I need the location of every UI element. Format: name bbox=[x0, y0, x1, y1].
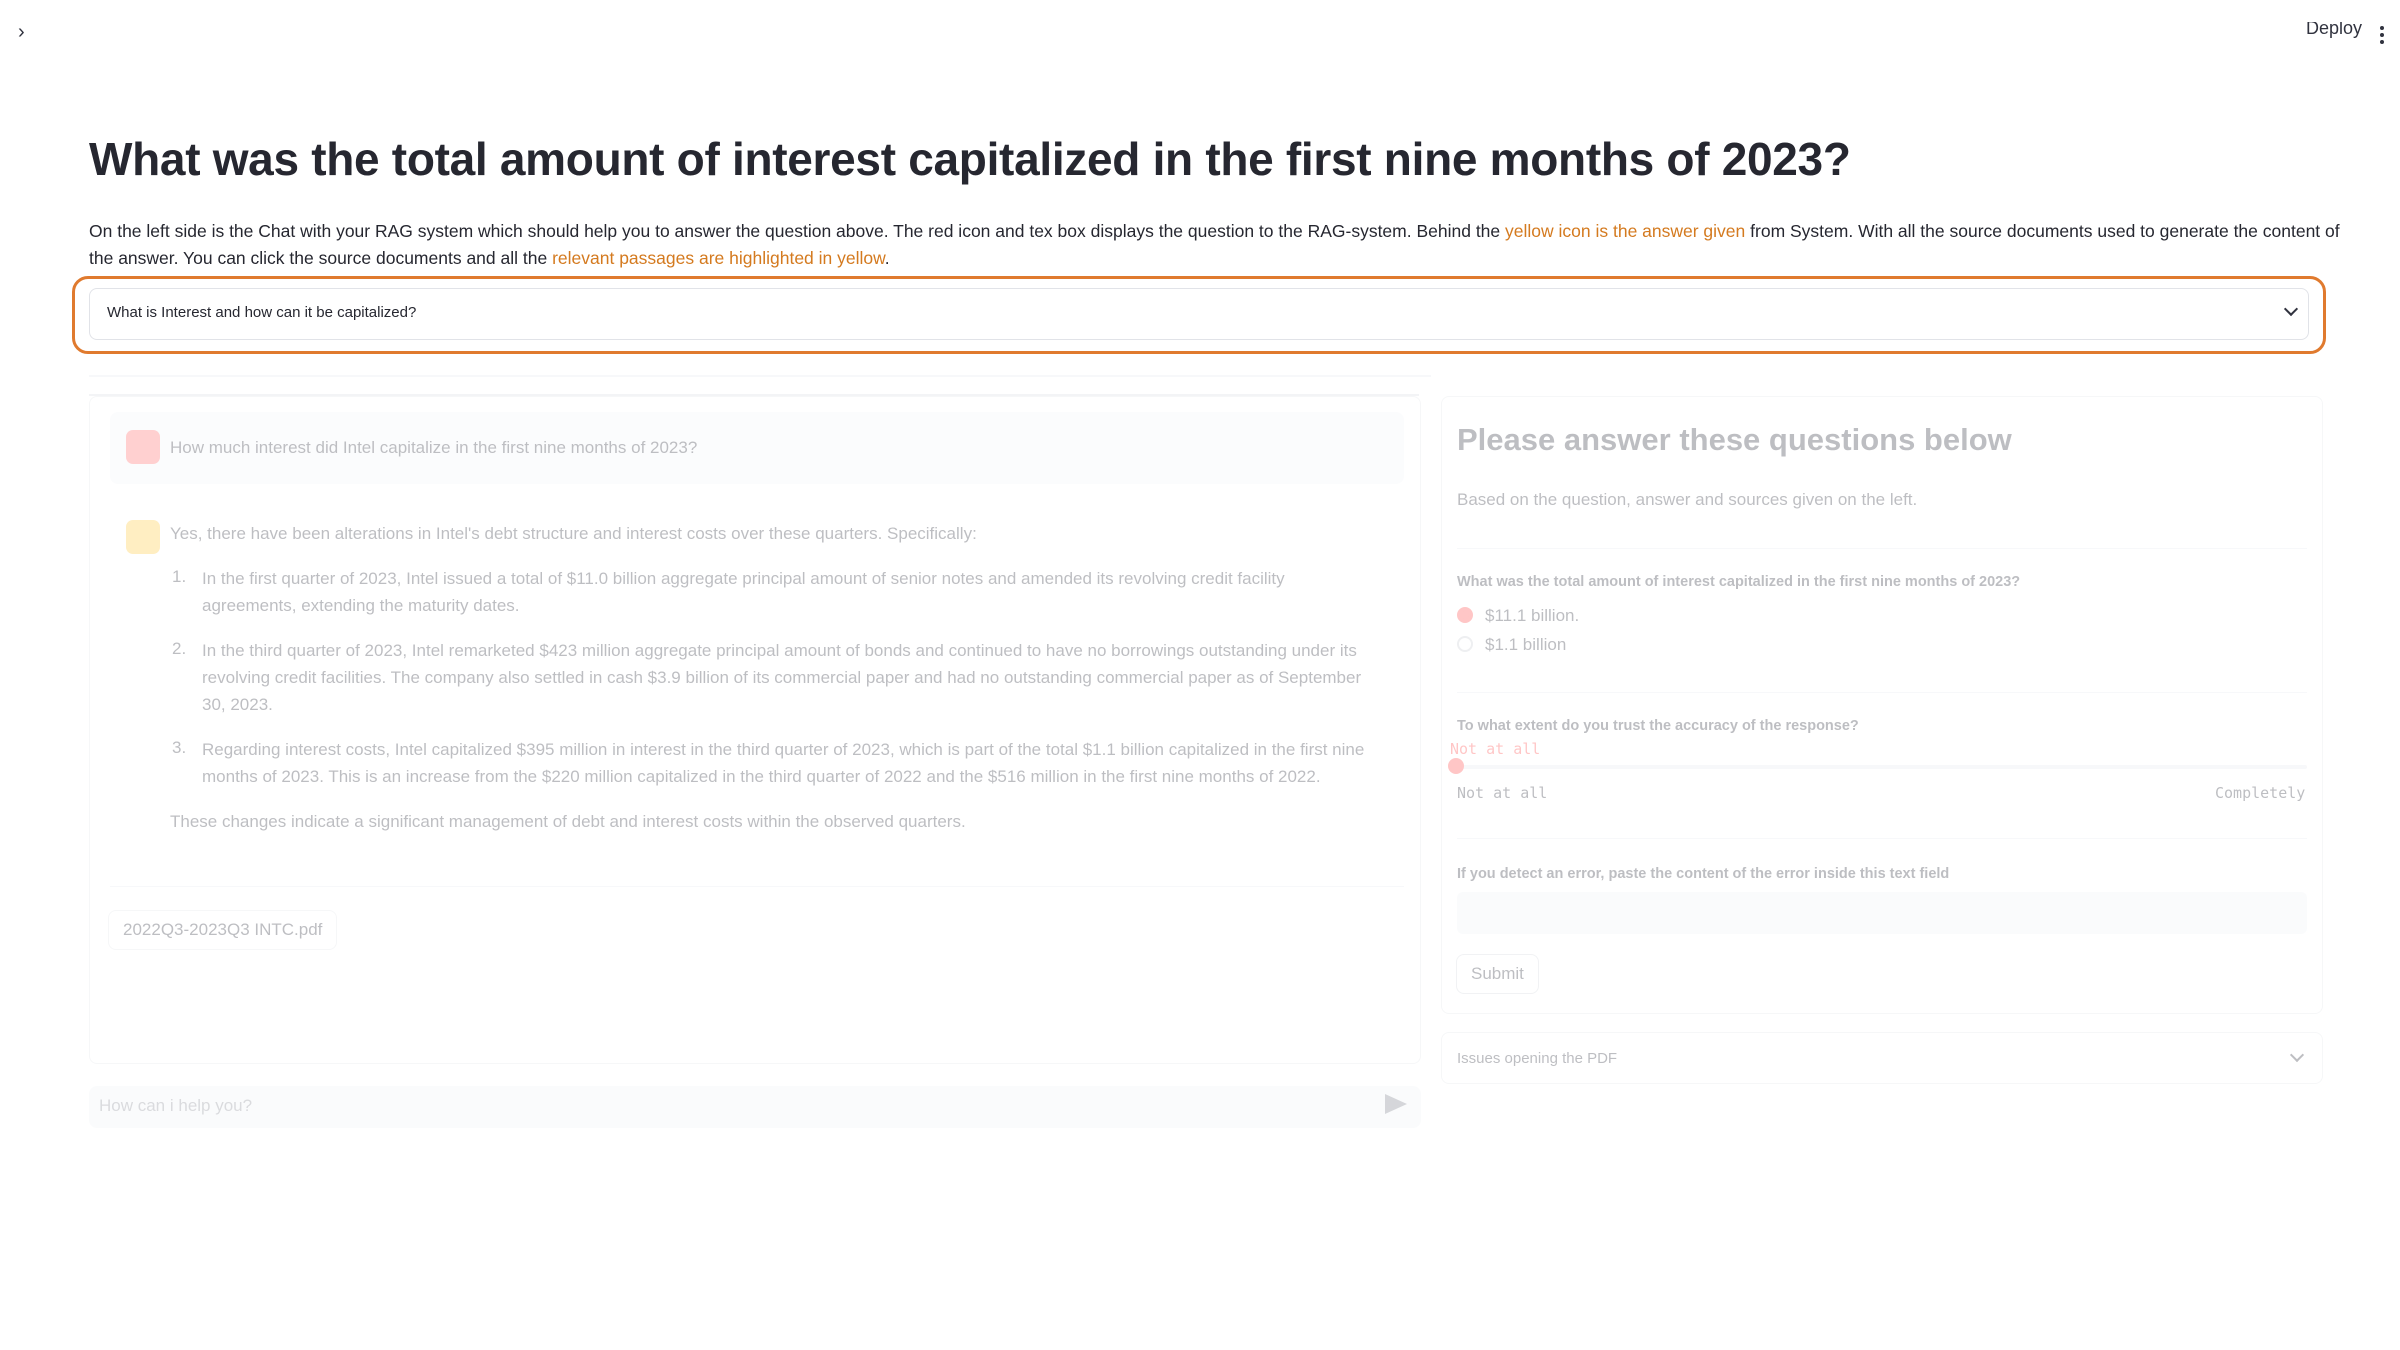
slider-value: Not at all bbox=[1450, 740, 1541, 758]
send-icon[interactable] bbox=[1385, 1094, 1407, 1114]
chevron-down-icon bbox=[2283, 301, 2299, 317]
intro-highlight-answer: yellow icon is the answer given bbox=[1505, 221, 1746, 241]
list-item: Regarding interest costs, Intel capitali… bbox=[202, 740, 1365, 786]
answer-outro: These changes indicate a significant man… bbox=[170, 812, 966, 831]
list-item: In the third quarter of 2023, Intel rema… bbox=[202, 641, 1362, 714]
main-menu-icon[interactable] bbox=[2380, 26, 2386, 47]
question-label: To what extent do you trust the accuracy… bbox=[1457, 718, 1859, 734]
list-item-number: 3. bbox=[172, 738, 187, 757]
list-item-number: 1. bbox=[172, 567, 187, 586]
chevron-down-icon bbox=[2289, 1047, 2305, 1063]
divider bbox=[110, 886, 1404, 887]
user-message-text: How much interest did Intel capitalize i… bbox=[170, 438, 698, 457]
hint-expander-label: What is Interest and how can it be capit… bbox=[107, 304, 417, 321]
chat-input[interactable] bbox=[89, 1086, 1421, 1128]
divider bbox=[1457, 838, 2307, 839]
pdf-issues-label: Issues opening the PDF bbox=[1457, 1050, 1618, 1067]
intro-text-part1: On the left side is the Chat with your R… bbox=[89, 221, 1506, 241]
divider bbox=[1457, 692, 2307, 693]
form-title: Please answer these questions below bbox=[1457, 422, 2012, 457]
intro-text-part3: . bbox=[884, 248, 890, 268]
question-label: What was the total amount of interest ca… bbox=[1457, 574, 2021, 590]
radio-option-label[interactable]: $11.1 billion. bbox=[1485, 606, 1579, 626]
slider-min-label: Not at all bbox=[1457, 784, 1548, 802]
submit-button[interactable]: Submit bbox=[1456, 954, 1539, 994]
page-title: What was the total amount of interest ca… bbox=[89, 133, 1851, 185]
list-item-number: 2. bbox=[172, 639, 187, 658]
user-avatar-icon bbox=[126, 430, 160, 464]
intro-text: On the left side is the Chat with your R… bbox=[89, 218, 2349, 272]
form-subtitle: Based on the question, answer and source… bbox=[1457, 490, 1918, 509]
hint-expander[interactable] bbox=[89, 288, 2309, 340]
answer-intro: Yes, there have been alterations in Inte… bbox=[170, 524, 977, 543]
divider bbox=[89, 375, 1431, 377]
sidebar-toggle-icon[interactable]: › bbox=[18, 22, 25, 42]
trust-slider-track[interactable] bbox=[1457, 765, 2307, 769]
source-document-button[interactable]: 2022Q3-2023Q3 INTC.pdf bbox=[108, 910, 338, 950]
radio-option-label[interactable]: $1.1 billion bbox=[1485, 635, 1566, 655]
error-text-field[interactable] bbox=[1457, 892, 2307, 934]
chat-input-placeholder: How can i help you? bbox=[99, 1096, 253, 1115]
divider bbox=[1457, 548, 2307, 549]
radio-option-selected[interactable] bbox=[1457, 607, 1473, 623]
deploy-button[interactable]: Deploy bbox=[2306, 22, 2362, 42]
slider-max-label: Completely bbox=[2215, 784, 2306, 802]
radio-option[interactable] bbox=[1457, 636, 1473, 652]
chat-panel bbox=[89, 396, 1421, 1064]
list-item: In the first quarter of 2023, Intel issu… bbox=[202, 569, 1285, 615]
question-label: If you detect an error, paste the conten… bbox=[1457, 866, 1950, 882]
trust-slider-thumb[interactable] bbox=[1448, 758, 1464, 774]
assistant-avatar-icon bbox=[126, 520, 160, 554]
intro-highlight-passages: relevant passages are highlighted in yel… bbox=[552, 248, 885, 268]
